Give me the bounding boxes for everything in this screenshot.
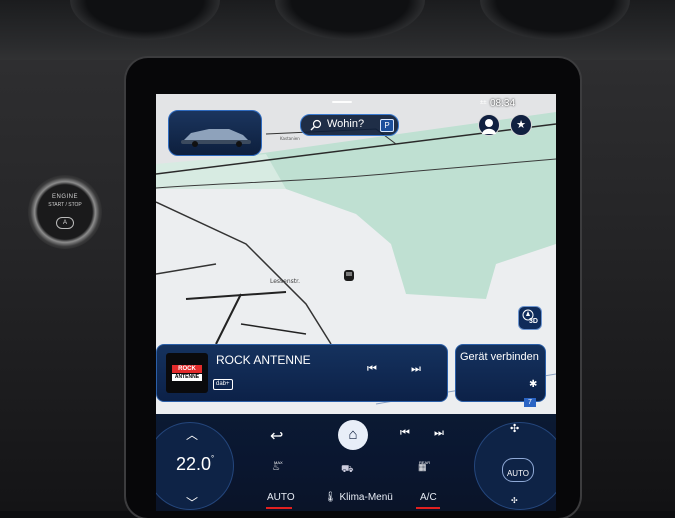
ac-button[interactable]: A/C — [420, 492, 437, 503]
chevron-down-icon[interactable]: ﹀ — [186, 494, 198, 511]
clock: 08:34 — [490, 98, 516, 109]
auto-climate-button[interactable]: AUTO — [267, 492, 295, 503]
start-stop-label: START / STOP — [48, 202, 82, 208]
favorites-star-icon[interactable]: ★ — [510, 114, 532, 136]
ac-active-indicator — [416, 507, 440, 509]
station-logo-bottom: ANTENNE — [172, 374, 202, 381]
map-view-3d-button[interactable]: 3D — [518, 306, 542, 330]
next-track-icon[interactable]: ⏭ — [411, 363, 421, 376]
connect-device-label: Gerät verbinden — [460, 351, 539, 363]
connect-device-widget[interactable]: Gerät verbinden ✱ — [455, 344, 546, 402]
parking-icon[interactable]: P — [380, 119, 394, 132]
back-icon[interactable]: ↩ — [270, 426, 283, 446]
climate-menu-button[interactable]: 🌡 Klima-Menü — [324, 492, 393, 503]
signal-icon: ±± — [480, 100, 487, 106]
auto-active-indicator — [266, 507, 292, 509]
infotainment-screen: Lessenstr. Kastanien Wohin? P ±± 08:34 ★… — [156, 94, 556, 511]
fan-icon: ✣ — [510, 423, 520, 435]
destination-search-button[interactable]: Wohin? P — [300, 114, 399, 136]
profile-icon[interactable] — [478, 114, 500, 136]
street-label: Lessenstr. — [270, 278, 300, 285]
fan-auto-button[interactable]: AUTO — [502, 458, 534, 482]
front-defrost-icon[interactable]: MAX ♨ — [272, 460, 283, 473]
bluetooth-icon: ✱ — [529, 379, 538, 390]
station-name: ROCK ANTENNE — [216, 353, 311, 367]
minor-street-label: Kastanien — [280, 136, 300, 141]
fan-low-icon: ✣ — [511, 496, 518, 505]
home-button[interactable]: ⌂ — [338, 420, 368, 450]
current-position-car-icon — [344, 270, 354, 281]
air-vent-left — [70, 0, 220, 40]
media-widget[interactable]: ROCK ANTENNE ROCK ANTENNE dab+ ⏮ ⏭ — [156, 344, 448, 402]
view-3d-label: 3D — [529, 318, 538, 325]
chevron-up-icon[interactable]: ︿ — [186, 426, 198, 443]
engine-start-stop-button[interactable]: ENGINE START / STOP A — [28, 175, 102, 249]
climate-bar: ︿ 22.0° ﹀ ↩ ⌂ ⏮ ⏭ MAX ♨ ⛟ REAR ▦ ✣ AUTO ✣ … — [156, 414, 556, 511]
rear-defrost-icon[interactable]: REAR ▦ — [418, 460, 430, 473]
dab-badge: dab+ — [213, 379, 233, 390]
page-badge: 7 — [524, 398, 536, 407]
search-icon — [310, 119, 322, 131]
eco-start-icon: A — [56, 217, 74, 229]
station-logo-top: ROCK — [172, 365, 202, 373]
dashboard-left — [0, 60, 140, 511]
air-vent-center — [275, 0, 425, 40]
previous-track-icon[interactable]: ⏮ — [400, 427, 410, 440]
car-icon — [181, 129, 251, 147]
drag-handle[interactable] — [332, 101, 352, 103]
engine-label: ENGINE — [51, 194, 78, 200]
station-logo: ROCK ANTENNE — [166, 353, 208, 393]
thermometer-icon: 🌡 — [324, 492, 340, 503]
search-label: Wohin? — [327, 118, 365, 130]
next-track-icon[interactable]: ⏭ — [434, 427, 444, 440]
vehicle-thumbnail-button[interactable] — [168, 110, 262, 156]
temperature-value: 22.0° — [176, 454, 215, 474]
air-vent-right — [480, 0, 630, 40]
previous-track-icon[interactable]: ⏮ — [367, 363, 377, 376]
air-distribution-icon[interactable]: ⛟ — [341, 464, 354, 477]
